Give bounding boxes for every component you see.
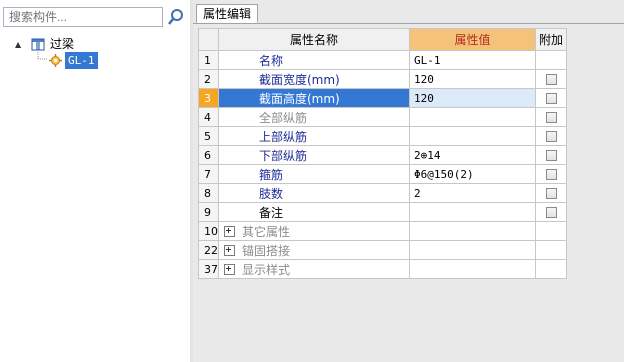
- table-row[interactable]: 8 肢数 2: [198, 183, 567, 203]
- property-value[interactable]: [409, 202, 536, 222]
- extra-checkbox[interactable]: [545, 111, 557, 123]
- extra-cell: [535, 259, 567, 279]
- expand-icon[interactable]: [224, 263, 235, 275]
- extra-cell: [535, 183, 567, 203]
- group-other-properties[interactable]: 其它属性: [218, 221, 410, 241]
- property-value[interactable]: 2⊕14: [409, 145, 536, 165]
- property-value[interactable]: [409, 107, 536, 127]
- table-row-selected[interactable]: 3 截面高度(mm) 120: [198, 88, 567, 108]
- search-icon: [168, 9, 183, 25]
- extra-cell: [535, 126, 567, 146]
- table-row[interactable]: 7 箍筋 Φ6@150(2): [198, 164, 567, 184]
- extra-checkbox[interactable]: [545, 73, 557, 85]
- group-label: 显示样式: [242, 262, 291, 277]
- table-row[interactable]: 5 上部纵筋: [198, 126, 567, 146]
- extra-cell: [535, 107, 567, 127]
- tree-label-lintel: 过梁: [50, 37, 75, 51]
- group-label: 锚固搭接: [242, 243, 291, 258]
- table-row[interactable]: 2 截面宽度(mm) 120: [198, 69, 567, 89]
- row-number: 5: [198, 126, 219, 146]
- property-value: [409, 240, 536, 260]
- component-gear-icon: [49, 54, 62, 67]
- property-value: [409, 259, 536, 279]
- component-panel: ▲ 过梁 GL-1: [0, 0, 191, 362]
- property-grid: 属性名称 属性值 附加 1 名称 GL-1 2 截面宽度(mm) 120 3 截…: [198, 28, 567, 279]
- property-name[interactable]: 上部纵筋: [218, 126, 410, 146]
- extra-cell: [535, 50, 567, 70]
- row-number: 9: [198, 202, 219, 222]
- row-number: 22: [198, 240, 219, 260]
- tree-connector: [37, 52, 48, 60]
- expand-icon[interactable]: [224, 244, 235, 256]
- row-number: 3: [198, 88, 219, 108]
- extra-cell: [535, 88, 567, 108]
- extra-checkbox[interactable]: [545, 168, 557, 180]
- property-name[interactable]: 全部纵筋: [218, 107, 410, 127]
- extra-cell: [535, 221, 567, 241]
- collapse-icon[interactable]: ▲: [15, 36, 21, 53]
- property-name[interactable]: 截面高度(mm): [218, 88, 410, 108]
- table-row-group[interactable]: 37 显示样式: [198, 259, 567, 279]
- expand-icon[interactable]: [224, 225, 235, 237]
- row-number: 8: [198, 183, 219, 203]
- tab-property-edit[interactable]: 属性编辑: [196, 4, 259, 23]
- tree-node-lintel[interactable]: ▲ 过梁: [0, 36, 180, 53]
- property-name[interactable]: 箍筋: [218, 164, 410, 184]
- table-row[interactable]: 6 下部纵筋 2⊕14: [198, 145, 567, 165]
- table-row-group[interactable]: 22 锚固搭接: [198, 240, 567, 260]
- table-row[interactable]: 1 名称 GL-1: [198, 50, 567, 70]
- extra-checkbox[interactable]: [545, 130, 557, 142]
- extra-checkbox[interactable]: [545, 206, 557, 218]
- property-value[interactable]: 120: [409, 69, 536, 89]
- property-value[interactable]: 120: [409, 88, 536, 108]
- property-value[interactable]: 2: [409, 183, 536, 203]
- row-number: 6: [198, 145, 219, 165]
- row-number: 7: [198, 164, 219, 184]
- row-number: 4: [198, 107, 219, 127]
- group-label: 其它属性: [242, 224, 291, 239]
- property-name[interactable]: 名称: [218, 50, 410, 70]
- tab-bar: 属性编辑: [193, 0, 624, 24]
- property-value[interactable]: [409, 126, 536, 146]
- header-extra[interactable]: 附加: [535, 28, 567, 51]
- search-input[interactable]: [3, 7, 163, 27]
- header-corner: [198, 28, 219, 51]
- row-number: 2: [198, 69, 219, 89]
- tree-label-gl-1: GL-1: [65, 52, 98, 69]
- property-name[interactable]: 截面宽度(mm): [218, 69, 410, 89]
- property-name[interactable]: 肢数: [218, 183, 410, 203]
- row-number: 37: [198, 259, 219, 279]
- header-property-value[interactable]: 属性值: [409, 28, 536, 51]
- extra-cell: [535, 164, 567, 184]
- extra-checkbox[interactable]: [545, 92, 557, 104]
- table-row[interactable]: 4 全部纵筋: [198, 107, 567, 127]
- property-value[interactable]: GL-1: [409, 50, 536, 70]
- table-row[interactable]: 9 备注: [198, 202, 567, 222]
- extra-cell: [535, 240, 567, 260]
- extra-cell: [535, 69, 567, 89]
- extra-cell: [535, 145, 567, 165]
- extra-checkbox[interactable]: [545, 149, 557, 161]
- grid-header-row: 属性名称 属性值 附加: [198, 28, 567, 51]
- search-button[interactable]: [166, 7, 186, 27]
- property-panel: 属性编辑 属性名称 属性值 附加 1 名称 GL-1 2 截面宽度(mm) 12…: [193, 0, 624, 362]
- header-property-name[interactable]: 属性名称: [218, 28, 410, 51]
- property-value: [409, 221, 536, 241]
- table-row-group[interactable]: 10 其它属性: [198, 221, 567, 241]
- property-name[interactable]: 下部纵筋: [218, 145, 410, 165]
- extra-checkbox[interactable]: [545, 187, 557, 199]
- property-value[interactable]: Φ6@150(2): [409, 164, 536, 184]
- row-number: 1: [198, 50, 219, 70]
- row-number: 10: [198, 221, 219, 241]
- property-name[interactable]: 备注: [218, 202, 410, 222]
- lintel-folder-icon: [31, 38, 45, 51]
- extra-cell: [535, 202, 567, 222]
- group-anchorage-lap[interactable]: 锚固搭接: [218, 240, 410, 260]
- group-display-style[interactable]: 显示样式: [218, 259, 410, 279]
